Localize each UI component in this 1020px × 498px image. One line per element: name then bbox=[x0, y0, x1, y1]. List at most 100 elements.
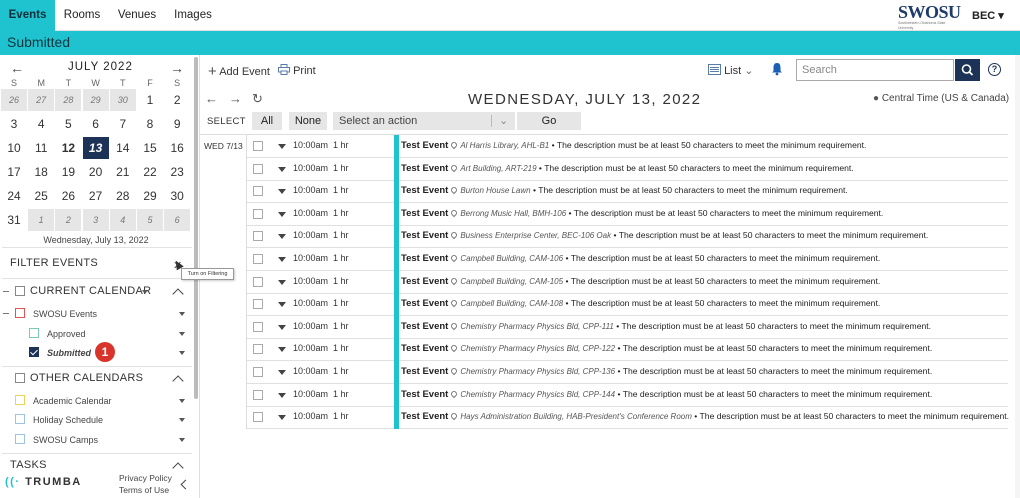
calendar-day[interactable]: 29 bbox=[82, 89, 109, 111]
calendar-day[interactable]: 21 bbox=[110, 161, 136, 183]
event-row[interactable]: 10:00am 1 hr Test Event Campbell Building, … bbox=[247, 293, 1008, 317]
holiday-schedule-menu-icon[interactable] bbox=[179, 418, 185, 422]
current-calendar-checkbox[interactable] bbox=[15, 286, 25, 296]
calendar-day[interactable]: 11 bbox=[28, 137, 54, 159]
collapse-tasks-icon[interactable] bbox=[172, 462, 184, 474]
calendar-day-selected[interactable]: 13 bbox=[82, 137, 109, 159]
event-row[interactable]: 10:00am 1 hr Test Event Chemistry Pharmacy … bbox=[247, 361, 1008, 384]
event-checkbox[interactable] bbox=[253, 344, 263, 355]
event-row[interactable]: 10:00am 1 hr Test Event Hays Administration… bbox=[247, 406, 1009, 430]
event-row[interactable]: 10:00am 1 hr Test Event Chemistry Pharmacy … bbox=[247, 383, 1008, 407]
swosu-logo[interactable]: SWOSU Southwestern Oklahoma State Univer… bbox=[898, 3, 961, 30]
current-calendar-dropdown-icon[interactable] bbox=[142, 290, 148, 294]
calendar-day[interactable]: 4 bbox=[28, 113, 54, 135]
calendar-day[interactable]: 12 bbox=[55, 137, 81, 159]
left-scrollbar[interactable] bbox=[194, 57, 198, 399]
event-checkbox[interactable] bbox=[253, 163, 263, 174]
event-row[interactable]: 10:00am 1 hr Test Event Al Harris Library, … bbox=[247, 135, 1008, 158]
calendar-day[interactable]: 5 bbox=[55, 113, 81, 135]
event-title[interactable]: Test Event bbox=[401, 366, 448, 377]
event-expand-icon[interactable] bbox=[278, 211, 286, 217]
event-row[interactable]: 10:00am 1 hr Test Event Berrong Music Hall,… bbox=[247, 202, 1008, 226]
event-expand-icon[interactable] bbox=[278, 415, 286, 421]
calendar-day[interactable]: 24 bbox=[1, 185, 27, 207]
submitted-menu-icon[interactable] bbox=[179, 351, 185, 355]
calendar-day[interactable]: 7 bbox=[110, 113, 136, 135]
event-expand-icon[interactable] bbox=[278, 370, 286, 375]
prev-day-icon[interactable]: ← bbox=[205, 91, 218, 106]
calendar-day[interactable]: 26 bbox=[1, 89, 27, 111]
submitted-checkbox[interactable] bbox=[29, 347, 39, 357]
event-row[interactable]: 10:00am 1 hr Test Event Campbell Building, … bbox=[247, 248, 1008, 271]
calendar-day[interactable]: 28 bbox=[55, 89, 82, 111]
event-row[interactable]: 10:00am 1 hr Test Event Chemistry Pharmacy … bbox=[247, 338, 1008, 362]
select-none-button[interactable]: None bbox=[289, 112, 327, 130]
calendar-day[interactable]: 20 bbox=[83, 161, 109, 183]
event-checkbox[interactable] bbox=[253, 254, 263, 264]
calendar-day[interactable]: 8 bbox=[137, 113, 163, 135]
other-calendars-checkbox[interactable] bbox=[15, 373, 25, 383]
notifications-icon[interactable] bbox=[771, 62, 783, 79]
event-expand-icon[interactable] bbox=[278, 257, 286, 262]
event-expand-icon[interactable] bbox=[278, 189, 286, 195]
event-title[interactable]: Test Event bbox=[401, 253, 448, 264]
calendar-day[interactable]: 1 bbox=[137, 89, 163, 111]
go-button[interactable]: Go bbox=[517, 112, 581, 130]
academic-calendar-menu-icon[interactable] bbox=[179, 399, 185, 403]
event-row[interactable]: 10:00am 1 hr Test Event Chemistry Pharmacy … bbox=[247, 315, 1008, 339]
tab-venues[interactable]: Venues bbox=[109, 0, 165, 31]
approved-menu-icon[interactable] bbox=[179, 332, 185, 336]
page-scrollbar[interactable] bbox=[1015, 55, 1020, 498]
event-title[interactable]: Test Event bbox=[401, 163, 448, 174]
tab-images[interactable]: Images bbox=[165, 0, 221, 31]
event-title[interactable]: Test Event bbox=[401, 298, 448, 309]
search-button[interactable] bbox=[955, 59, 980, 81]
event-checkbox[interactable] bbox=[253, 299, 263, 310]
event-checkbox[interactable] bbox=[253, 389, 263, 400]
timezone-selector[interactable]: ● Central Time (US & Canada) bbox=[873, 93, 1009, 104]
calendar-day[interactable]: 2 bbox=[55, 209, 82, 231]
privacy-policy-link[interactable]: Privacy Policy bbox=[119, 473, 172, 483]
add-event-button[interactable]: + Add Event bbox=[208, 63, 270, 80]
calendar-day[interactable]: 30 bbox=[164, 185, 190, 207]
calendar-day[interactable]: 10 bbox=[1, 137, 27, 159]
event-title[interactable]: Test Event bbox=[401, 140, 448, 151]
terms-of-use-link[interactable]: Terms of Use bbox=[119, 485, 169, 495]
calendar-day[interactable]: 26 bbox=[55, 185, 81, 207]
event-title[interactable]: Test Event bbox=[401, 389, 448, 400]
event-checkbox[interactable] bbox=[253, 412, 263, 423]
calendar-day[interactable]: 22 bbox=[137, 161, 163, 183]
event-title[interactable]: Test Event bbox=[401, 208, 448, 219]
event-checkbox[interactable] bbox=[253, 141, 263, 151]
approved-checkbox[interactable] bbox=[29, 328, 39, 338]
user-menu[interactable]: BEC ▾ bbox=[972, 9, 1004, 22]
event-checkbox[interactable] bbox=[253, 186, 263, 197]
calendar-day[interactable]: 27 bbox=[28, 89, 55, 111]
calendar-day[interactable]: 6 bbox=[164, 209, 191, 231]
event-title[interactable]: Test Event bbox=[401, 343, 448, 354]
next-day-icon[interactable]: → bbox=[229, 91, 242, 106]
select-all-button[interactable]: All bbox=[252, 112, 282, 130]
calendar-day[interactable]: 17 bbox=[1, 161, 27, 183]
calendar-day[interactable]: 25 bbox=[28, 185, 54, 207]
event-title[interactable]: Test Event bbox=[401, 230, 448, 241]
event-expand-icon[interactable] bbox=[278, 234, 286, 240]
event-title[interactable]: Test Event bbox=[401, 411, 448, 422]
event-expand-icon[interactable] bbox=[278, 324, 286, 330]
event-checkbox[interactable] bbox=[253, 367, 263, 377]
calendar-day[interactable]: 27 bbox=[83, 185, 109, 207]
event-title[interactable]: Test Event bbox=[401, 276, 448, 287]
calendar-day[interactable]: 9 bbox=[164, 113, 190, 135]
event-checkbox[interactable] bbox=[253, 231, 263, 242]
print-button[interactable]: Print bbox=[278, 64, 316, 77]
swosu-camps-checkbox[interactable] bbox=[15, 434, 25, 444]
event-row[interactable]: 10:00am 1 hr Test Event Campbell Building, … bbox=[247, 270, 1008, 294]
event-checkbox[interactable] bbox=[253, 276, 263, 287]
holiday-schedule-checkbox[interactable] bbox=[15, 414, 25, 424]
collapse-panel-icon[interactable] bbox=[180, 479, 191, 490]
calendar-day[interactable]: 5 bbox=[137, 209, 163, 231]
help-icon[interactable]: ? bbox=[988, 63, 1001, 76]
event-checkbox[interactable] bbox=[253, 321, 263, 332]
event-expand-icon[interactable] bbox=[278, 144, 286, 149]
tab-events[interactable]: Events bbox=[0, 0, 55, 31]
